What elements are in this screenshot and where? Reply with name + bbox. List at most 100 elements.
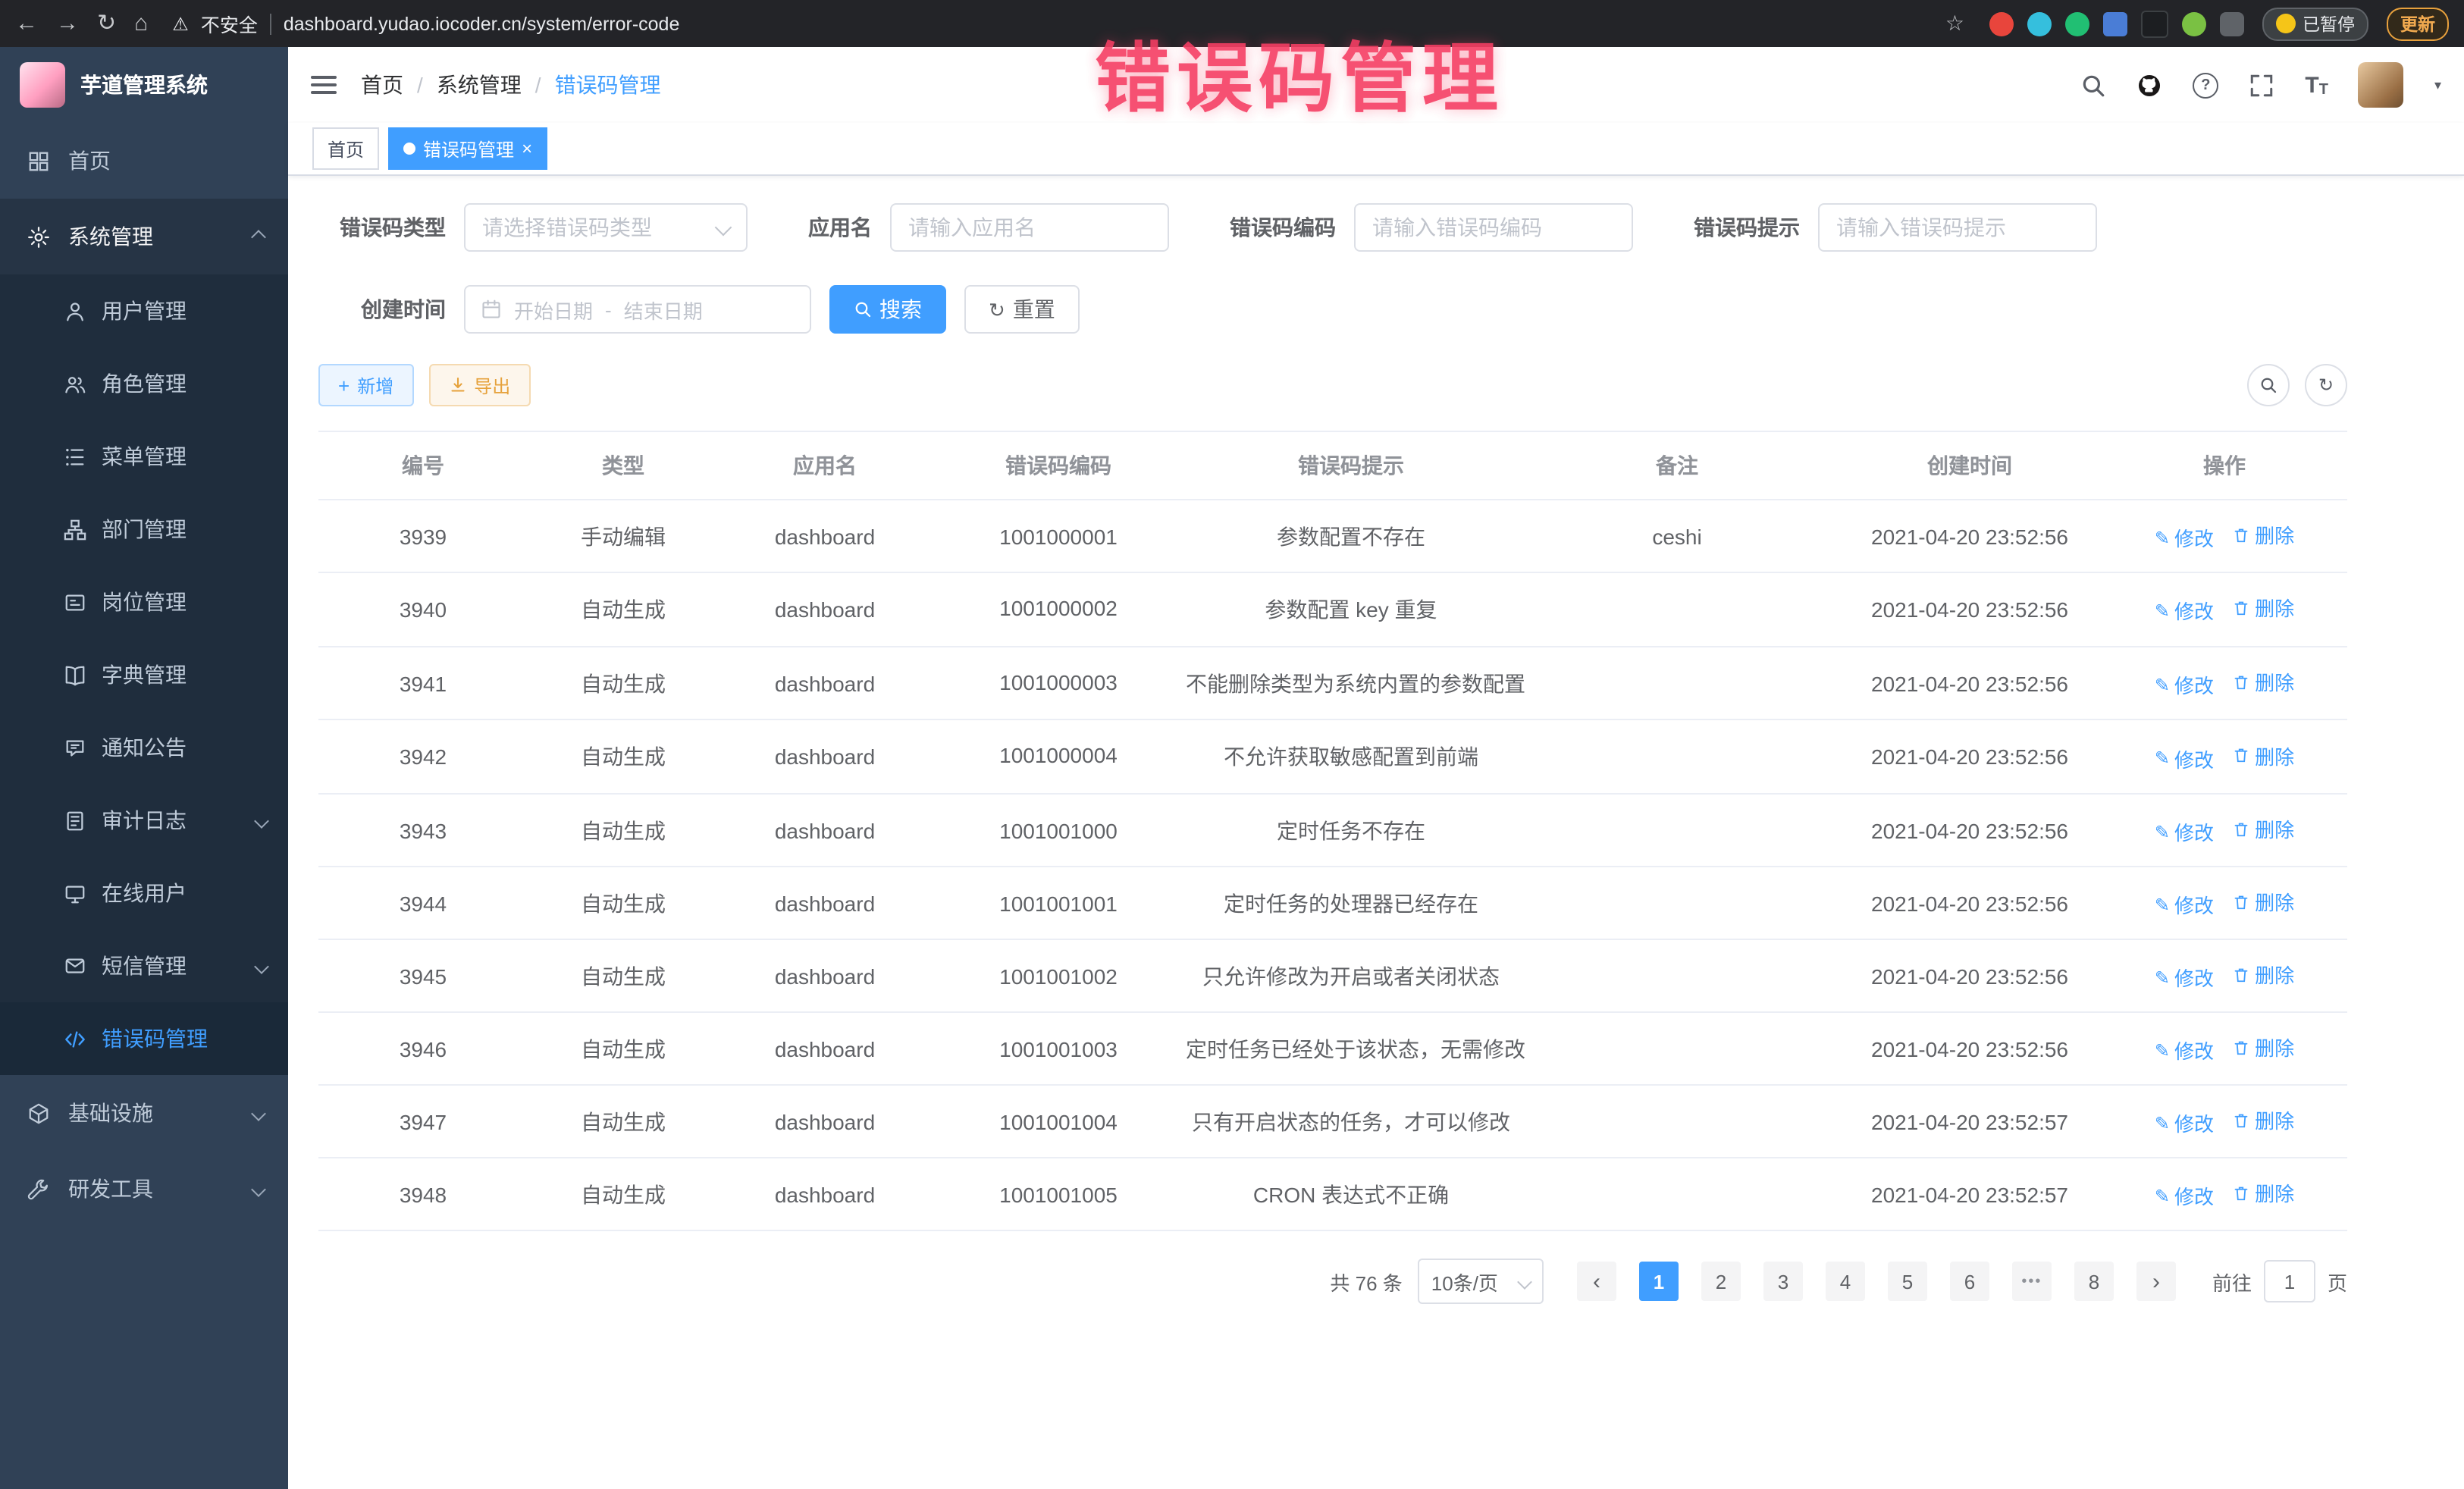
edit-link[interactable]: ✎修改 <box>2155 597 2214 625</box>
page-button-4[interactable]: 4 <box>1826 1262 1865 1301</box>
cell-code: 1001001002 <box>931 939 1186 1012</box>
back-icon[interactable]: ← <box>15 12 38 35</box>
github-icon[interactable] <box>2136 72 2162 98</box>
reset-button[interactable]: ↻ 重置 <box>964 285 1080 334</box>
sidebar-item-system[interactable]: 系统管理 <box>0 199 288 274</box>
prev-page-button[interactable]: ‹ <box>1577 1262 1616 1301</box>
edit-link[interactable]: ✎修改 <box>2155 890 2214 919</box>
delete-link[interactable]: 删除 <box>2232 520 2294 549</box>
chevron-up-icon <box>251 229 266 244</box>
delete-link[interactable]: 删除 <box>2232 667 2294 696</box>
filter-row-1: 错误码类型 请选择错误码类型 应用名 错误码编码 错误码提示 <box>318 203 2434 252</box>
error-hint-input[interactable] <box>1818 203 2097 252</box>
edit-link[interactable]: ✎修改 <box>2155 1036 2214 1064</box>
breadcrumb-item[interactable]: 首页 <box>361 70 403 100</box>
search-button[interactable]: 搜索 <box>829 285 946 334</box>
bookmark-star-icon[interactable]: ☆ <box>1945 11 1964 36</box>
breadcrumb-item[interactable]: 系统管理 <box>437 70 522 100</box>
extensions-puzzle-icon[interactable] <box>2219 11 2243 36</box>
refresh-table-button[interactable]: ↻ <box>2305 364 2347 406</box>
sidebar-item-error-code-mgmt[interactable]: 错误码管理 <box>0 1002 288 1075</box>
chevron-down-icon <box>251 1181 266 1196</box>
sidebar-item-home[interactable]: 首页 <box>0 123 288 199</box>
tab-home[interactable]: 首页 <box>312 127 379 170</box>
delete-link[interactable]: 删除 <box>2232 960 2294 989</box>
app-name-input[interactable] <box>890 203 1169 252</box>
delete-link[interactable]: 删除 <box>2232 741 2294 770</box>
security-label[interactable]: 不安全 <box>201 9 258 38</box>
add-button[interactable]: + 新增 <box>318 364 413 406</box>
delete-link[interactable]: 删除 <box>2232 1178 2294 1207</box>
caret-down-icon[interactable]: ▾ <box>2434 77 2441 93</box>
edit-link[interactable]: ✎修改 <box>2155 744 2214 773</box>
error-code-input[interactable] <box>1354 203 1633 252</box>
delete-link[interactable]: 删除 <box>2232 814 2294 843</box>
cell-hint: 参数配置 key 重复 <box>1186 572 1516 646</box>
delete-link[interactable]: 删除 <box>2232 594 2294 622</box>
page-button-2[interactable]: 2 <box>1701 1262 1741 1301</box>
url-text[interactable]: dashboard.yudao.iocoder.cn/system/error-… <box>284 13 1933 34</box>
tab-error-code[interactable]: 错误码管理 × <box>388 127 547 170</box>
sidebar-item-audit-log[interactable]: 审计日志 <box>0 784 288 857</box>
book-icon <box>64 663 86 686</box>
delete-link[interactable]: 删除 <box>2232 1033 2294 1061</box>
toggle-search-button[interactable] <box>2247 364 2290 406</box>
profile-paused-badge[interactable]: 已暂停 <box>2262 7 2368 40</box>
help-icon[interactable]: ? <box>2193 72 2218 98</box>
goto-page-input[interactable] <box>2264 1260 2315 1302</box>
extension-icon-2[interactable] <box>2027 11 2051 36</box>
fullscreen-icon[interactable] <box>2249 72 2274 98</box>
sidebar-item-sms-mgmt[interactable]: 短信管理 <box>0 929 288 1002</box>
more-pages-button[interactable]: ••• <box>2012 1262 2052 1301</box>
extension-icon-6[interactable] <box>2181 11 2205 36</box>
forward-icon[interactable]: → <box>56 12 79 35</box>
edit-link[interactable]: ✎修改 <box>2155 963 2214 992</box>
page-size-select[interactable]: 10条/页 <box>1418 1259 1544 1304</box>
sidebar-item-dict-mgmt[interactable]: 字典管理 <box>0 638 288 711</box>
sidebar-item-infra[interactable]: 基础设施 <box>0 1075 288 1151</box>
sidebar-item-devtools[interactable]: 研发工具 <box>0 1151 288 1227</box>
sidebar-item-role-mgmt[interactable]: 角色管理 <box>0 347 288 420</box>
extension-icon-1[interactable] <box>1989 11 2013 36</box>
pagination: 共 76 条 10条/页 ‹ 1 2 3 4 5 6 ••• 8 <box>318 1259 2347 1304</box>
close-icon[interactable]: × <box>522 139 532 158</box>
cell-created: 2021-04-20 23:52:57 <box>1838 1085 2102 1158</box>
create-time-label: 创建时间 <box>318 294 464 324</box>
cell-created: 2021-04-20 23:52:56 <box>1838 939 2102 1012</box>
edit-link[interactable]: ✎修改 <box>2155 670 2214 699</box>
extension-icon-5[interactable] <box>2140 10 2168 37</box>
user-avatar[interactable] <box>2359 62 2404 108</box>
sidebar-item-dept-mgmt[interactable]: 部门管理 <box>0 493 288 566</box>
home-icon[interactable]: ⌂ <box>134 12 148 35</box>
delete-link[interactable]: 删除 <box>2232 1105 2294 1134</box>
sidebar-item-menu-mgmt[interactable]: 菜单管理 <box>0 420 288 493</box>
address-bar[interactable]: ⚠ 不安全 dashboard.yudao.iocoder.cn/system/… <box>172 9 1964 38</box>
sidebar-item-online-users[interactable]: 在线用户 <box>0 857 288 929</box>
hamburger-icon[interactable] <box>311 76 337 94</box>
page-button-1[interactable]: 1 <box>1639 1262 1679 1301</box>
reload-icon[interactable]: ↻ <box>97 12 116 35</box>
next-page-button[interactable]: › <box>2136 1262 2176 1301</box>
sidebar-item-user-mgmt[interactable]: 用户管理 <box>0 274 288 347</box>
edit-link[interactable]: ✎修改 <box>2155 523 2214 552</box>
edit-link[interactable]: ✎修改 <box>2155 1181 2214 1210</box>
font-size-icon[interactable]: TT <box>2305 72 2328 98</box>
extension-icon-3[interactable] <box>2064 11 2089 36</box>
edit-link[interactable]: ✎修改 <box>2155 817 2214 846</box>
users-icon <box>64 372 86 395</box>
page-button-6[interactable]: 6 <box>1950 1262 1989 1301</box>
page-button-5[interactable]: 5 <box>1888 1262 1927 1301</box>
update-button[interactable]: 更新 <box>2387 7 2449 40</box>
extension-icon-4[interactable] <box>2102 11 2127 36</box>
search-icon[interactable] <box>2080 72 2106 98</box>
error-type-select[interactable]: 请选择错误码类型 <box>464 203 748 252</box>
edit-link[interactable]: ✎修改 <box>2155 1108 2214 1137</box>
sidebar-item-post-mgmt[interactable]: 岗位管理 <box>0 566 288 638</box>
sidebar-item-notice[interactable]: 通知公告 <box>0 711 288 784</box>
export-button[interactable]: 导出 <box>428 364 530 406</box>
delete-link[interactable]: 删除 <box>2232 887 2294 916</box>
date-range-picker[interactable]: 开始日期 - 结束日期 <box>464 285 811 334</box>
page-button-3[interactable]: 3 <box>1763 1262 1803 1301</box>
edit-icon: ✎ <box>2155 527 2170 548</box>
page-button-8[interactable]: 8 <box>2074 1262 2114 1301</box>
